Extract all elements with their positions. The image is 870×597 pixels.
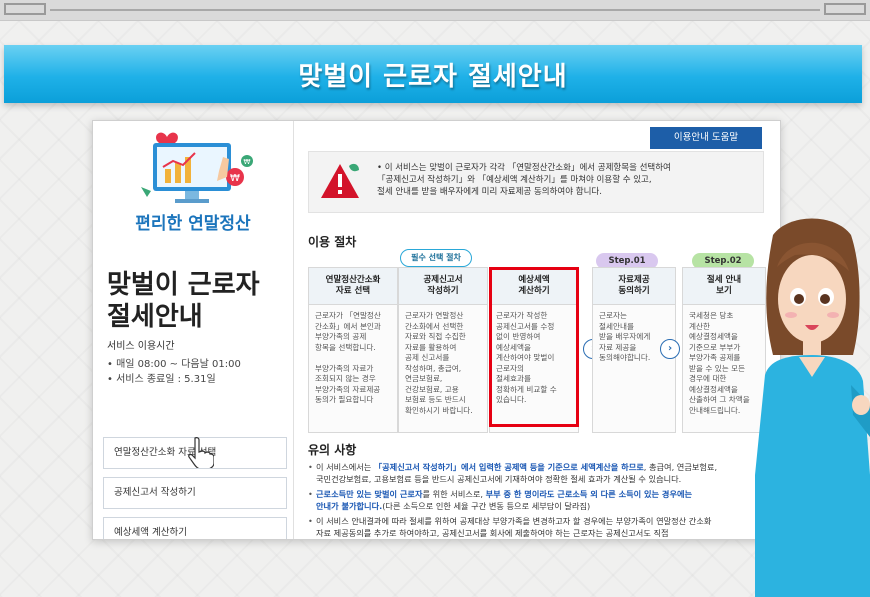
caution-line: 이 서비스 안내결과에 따라 절세를 위하여 공제대상 부양가족을 변경하고자 … [316,515,768,527]
monitor-illustration-icon: ₩ ₩ [141,132,253,203]
highlight-box [489,267,579,427]
caution-line: 국민건강보험료, 고용보험료 등을 반드시 공제신고서에 기재하여야 정확한 절… [316,473,768,485]
help-guide-button[interactable]: 이용안내 도움말 [650,127,762,149]
caution-list: 이 서비스에서는 「공제신고서 작성하기」에서 입력한 공제액 등을 기준으로 … [308,461,768,539]
caution-line: 근로소득만 있는 맞벌이 근로자를 위한 서비스로, 부부 중 한 명이라도 근… [316,488,768,500]
caution-emphasis: 부부 중 한 명이라도 근로소득 외 다른 소득이 있는 경우에는 [485,489,693,499]
hours-item: • 매일 08:00 ~ 다음날 01:00 [107,359,241,370]
hours-label: 서비스 이용시간 [107,341,175,352]
step-body: 근로자가 연말정산 간소화에서 선택한 자료와 직접 수집한 자료를 활용하여 … [405,311,473,415]
caution-item: 이 서비스 안내결과에 따라 절세를 위하여 공제대상 부양가족을 변경하고자 … [308,515,768,539]
notice-line: 절세 안내를 받을 배우자에게 미리 자료제공 동의하여야 합니다. [377,187,602,197]
notice-text: • 이 서비스는 맞벌이 근로자가 각각 「연말정산간소화」에서 공제항목을 선… [377,162,757,198]
step-deduction-form: 공제신고서 작성하기 근로자가 연말정산 간소화에서 선택한 자료와 직접 수집… [398,267,488,433]
caution-text: 이 서비스 안내결과에 따라 절세를 위하여 공제대상 부양가족을 변경하고자 … [316,516,712,526]
caution-line: 이 서비스에서는 「공제신고서 작성하기」에서 입력한 공제액 등을 기준으로 … [316,461,768,473]
caution-text: (다른 소득으로 인한 세율 구간 변동 등으로 세부담이 달라짐) [382,501,591,511]
top-border [0,0,870,21]
title-banner: 맞벌이 근로자 절세안내 [4,45,862,103]
step-simplified-select: 연말정산간소화 자료 선택 근로자가 「연말정산 간소화」에서 본인과 부양가족… [308,267,398,433]
notice-box: • 이 서비스는 맞벌이 근로자가 각각 「연말정산간소화」에서 공제항목을 선… [308,151,764,213]
left-pane: ₩ ₩ 편리한 연말정산 맞벌이 근로자 절세안내 서비스 이용시간 • 매일 … [93,121,294,539]
caution-title: 유의 사항 [308,443,357,457]
chevron-right-icon: › [660,339,680,359]
service-title: 맞벌이 근로자 절세안내 [107,270,260,332]
hours-item: • 서비스 종료일 : 5.31일 [107,374,216,385]
notice-line: • 이 서비스는 맞벌이 근로자가 각각 「연말정산간소화」에서 공제항목을 선… [377,163,671,173]
caution-text: , 총급여, 연금보험료, [643,462,718,472]
brand-text: 편리한 연말정산 [135,214,251,234]
step-body: 근로자가 「연말정산 간소화」에서 본인과 부양가족의 공제 항목을 선택합니다… [315,311,381,404]
caution-text: 이 서비스에서는 [316,462,374,472]
caution-text: 자료 제공동의를 추가로 하여야하고, 공제신고서를 회사에 제출하여야 하는 … [316,528,669,538]
notice-line: 「공제신고서 작성하기」와 「예상세액 계산하기」를 마쳐야 이용할 수 있고, [377,175,652,185]
step-head: 자료제공 동의하기 [593,268,675,305]
svg-text:₩: ₩ [230,173,240,184]
right-pane: 이용안내 도움말 • 이 서비스는 맞벌이 근로자가 각각 「연말정산간소화」에… [294,121,780,539]
caution-item: 근로소득만 있는 맞벌이 근로자를 위한 서비스로, 부부 중 한 명이라도 근… [308,488,768,512]
warning-icon [321,163,359,198]
caution-emphasis: 근로소득만 있는 맞벌이 근로자 [316,489,423,499]
tax-estimate-button[interactable]: 예상세액 계산하기 [103,517,287,539]
step-head: 연말정산간소화 자료 선택 [309,268,397,305]
procedure-title: 이용 절차 [308,235,357,249]
step-view-guide: 절세 안내 보기 국세청은 당초 계산한 예상결정세액을 기준으로 부부가 부양… [682,267,766,433]
step-head: 절세 안내 보기 [683,268,765,305]
caution-emphasis: 「공제신고서 작성하기」에서 입력한 공제액 등을 기준으로 세액계산을 하므로 [373,462,644,472]
caution-line: 자료 제공동의를 추가로 하여야하고, 공제신고서를 회사에 제출하여야 하는 … [316,527,768,539]
border-line [50,9,820,11]
caution-text: 국민건강보험료, 고용보험료 등을 반드시 공제신고서에 기재하여야 정확한 절… [316,474,682,484]
caution-text: 를 위한 서비스로, [422,489,486,499]
caution-emphasis: 안내가 불가합니다. [316,501,383,511]
ornament-icon [824,3,866,15]
deduction-form-button[interactable]: 공제신고서 작성하기 [103,477,287,509]
step-head: 공제신고서 작성하기 [399,268,487,305]
caution-item: 이 서비스에서는 「공제신고서 작성하기」에서 입력한 공제액 등을 기준으로 … [308,461,768,485]
step-body: 국세청은 당초 계산한 예상결정세액을 기준으로 부부가 부양가족 공제를 받을… [689,311,750,415]
step-body: 근로자는 절세안내를 받을 배우자에게 자료 제공을 동의해야합니다. [599,311,651,362]
presenter-character [755,218,870,597]
required-steps-label: 필수 선택 절차 [400,249,472,267]
svg-text:₩: ₩ [244,158,251,166]
ornament-icon [4,3,46,15]
caution-line: 안내가 불가합니다.(다른 소득으로 인한 세율 구간 변동 등으로 세부담이 … [316,500,768,512]
service-screen: ₩ ₩ 편리한 연말정산 맞벌이 근로자 절세안내 서비스 이용시간 • 매일 … [92,120,781,540]
mouse-cursor-icon [188,437,214,468]
page-title: 맞벌이 근로자 절세안내 [298,61,568,92]
